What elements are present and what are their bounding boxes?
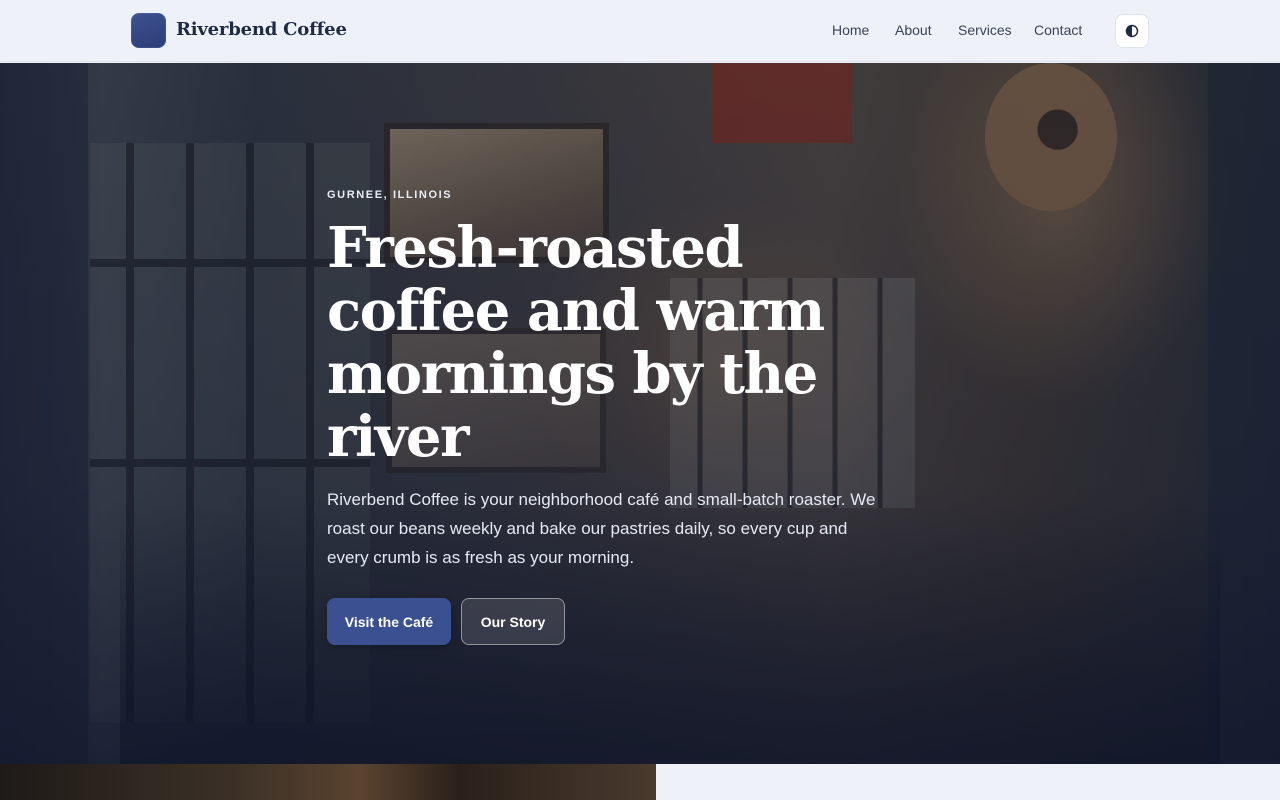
nav-about[interactable]: About — [895, 22, 932, 38]
next-section-panel — [656, 764, 1280, 800]
hero-section: GURNEE, ILLINOIS Fresh-roasted coffee an… — [0, 63, 1280, 764]
hero-headline: Fresh-roasted coffee and warm mornings b… — [327, 215, 825, 470]
brand-name[interactable]: Riverbend Coffee — [176, 19, 347, 40]
hero-content: GURNEE, ILLINOIS Fresh-roasted coffee an… — [327, 63, 947, 764]
visit-cafe-button[interactable]: Visit the Café — [327, 598, 451, 645]
nav-contact[interactable]: Contact — [1034, 22, 1082, 38]
hero-lead: Riverbend Coffee is your neighborhood ca… — [327, 490, 876, 567]
nav-services[interactable]: Services — [958, 22, 1012, 38]
our-story-button[interactable]: Our Story — [461, 598, 565, 645]
logo-mark-icon[interactable] — [131, 13, 166, 48]
hero-eyebrow: GURNEE, ILLINOIS — [327, 189, 453, 201]
nav-home[interactable]: Home — [832, 22, 869, 38]
site-header: Riverbend Coffee Home About Services Con… — [0, 0, 1280, 62]
next-section-image — [0, 764, 656, 800]
contrast-half-circle-icon — [1125, 24, 1139, 38]
theme-toggle-button[interactable] — [1115, 14, 1149, 48]
